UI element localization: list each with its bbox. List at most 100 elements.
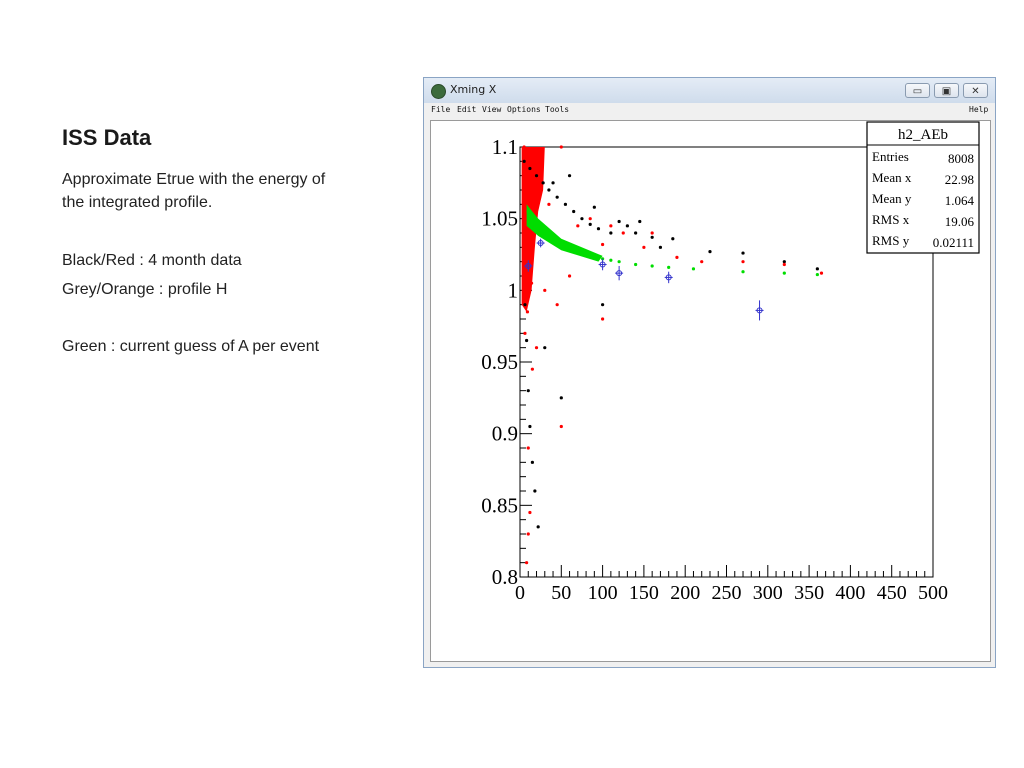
stats-value: 22.98 [945,172,974,187]
maximize-button[interactable]: ▣ [934,83,959,98]
black-data-point [592,205,596,209]
black-data-point [572,209,576,214]
description-line-2: the integrated profile. [62,194,213,211]
stats-value: 19.06 [945,214,975,229]
black-data-point [528,166,532,171]
black-data-point [526,389,530,393]
green-data-point [609,258,613,262]
red-data-point [559,145,563,149]
stats-value: 8008 [948,151,974,166]
black-data-point [541,181,545,185]
green-data-point [617,260,621,264]
green-data-point [551,238,555,242]
black-data-point [609,231,613,235]
red-data-point [621,231,625,235]
stats-label: Mean x [872,170,912,185]
x-tick-label: 350 [794,582,824,604]
x-tick-label: 150 [629,582,659,604]
stats-label: Mean y [872,191,912,206]
black-data-point [708,250,712,254]
x-tick-label: 200 [670,582,700,604]
stats-value: 0.02111 [933,235,974,250]
black-data-point [551,181,555,185]
red-data-point [522,145,526,149]
green-data-point [559,242,563,247]
black-data-point [567,174,572,178]
green-data-point [584,251,588,255]
green-data-point [576,248,580,252]
y-tick-label: 0.95 [481,350,518,374]
red-data-point [528,510,532,515]
red-data-point [534,346,539,350]
black-data-point [671,237,675,241]
green-data-point [691,267,696,271]
black-data-point [533,489,537,493]
red-data-point [601,242,605,247]
menu-options[interactable]: Options [507,105,541,114]
black-data-point [815,267,819,271]
red-data-point [588,217,592,221]
legend-grey-orange: Grey/Orange : profile H [62,281,228,298]
x-tick-label: 300 [753,582,783,604]
description-line-1: Approximate Etrue with the energy of [62,171,326,188]
y-tick-label: 0.8 [492,565,518,589]
black-data-point [528,424,532,429]
window-titlebar[interactable]: Xming X ▭ ▣ ✕ [424,78,995,103]
red-data-point [526,446,530,450]
red-data-point [782,262,786,267]
red-data-point [539,159,543,163]
red-data-point [543,288,547,292]
stats-label: RMS x [872,212,910,227]
menu-view[interactable]: View [482,105,501,114]
red-data-point [609,224,613,228]
menu-file[interactable]: File [431,105,450,114]
red-data-point [642,245,646,249]
red-data-point [555,303,559,307]
black-data-point [650,235,654,239]
black-data-point [522,159,526,163]
close-button[interactable]: ✕ [963,83,988,98]
x-tick-label: 50 [551,582,571,604]
legend-green: Green : current guess of A per event [62,338,320,355]
stats-box[interactable]: h2_AEb Entries 8008 Mean x 22.98 Mean y 1.064… [866,121,980,254]
red-data-point [525,174,529,178]
green-data-point [741,270,745,274]
y-tick-label: 0.85 [481,493,518,517]
green-data-point [650,264,654,268]
red-data-point [547,202,551,206]
black-data-point [634,231,638,235]
x-tick-label: 100 [588,582,618,604]
black-data-point [601,303,605,307]
red-data-point [530,202,534,206]
black-data-point [530,460,534,464]
red-data-point [700,260,704,264]
black-data-point [617,219,621,224]
green-data-point [543,231,547,235]
green-data-point [592,254,596,258]
menu-edit[interactable]: Edit [457,105,476,114]
black-data-point [543,346,547,350]
red-data-point [523,331,527,335]
menu-tools[interactable]: Tools [545,105,569,114]
black-data-point [563,202,568,206]
red-data-point [819,271,824,275]
y-tick-label: 1 [508,278,519,302]
green-data-point [534,224,539,228]
green-data-point [634,262,638,267]
minimize-button[interactable]: ▭ [905,83,930,98]
black-data-point [625,224,629,228]
red-data-point [525,310,530,314]
red-data-point [529,281,534,285]
red-data-point [675,255,679,259]
menu-bar: File Edit View Options Tools Help [424,103,995,119]
black-data-point [596,227,601,231]
green-data-point [815,272,819,277]
black-data-point [555,195,559,199]
x-tick-label: 500 [918,582,948,604]
red-data-point [559,424,563,429]
menu-help[interactable]: Help [969,105,988,114]
root-canvas[interactable]: 0 50 100 150 200 250 300 350 400 450 500 0.8 0.85 0.9… [430,120,991,662]
black-data-point [536,525,540,529]
green-data-point [526,209,530,214]
stats-value: 1.064 [945,193,975,208]
